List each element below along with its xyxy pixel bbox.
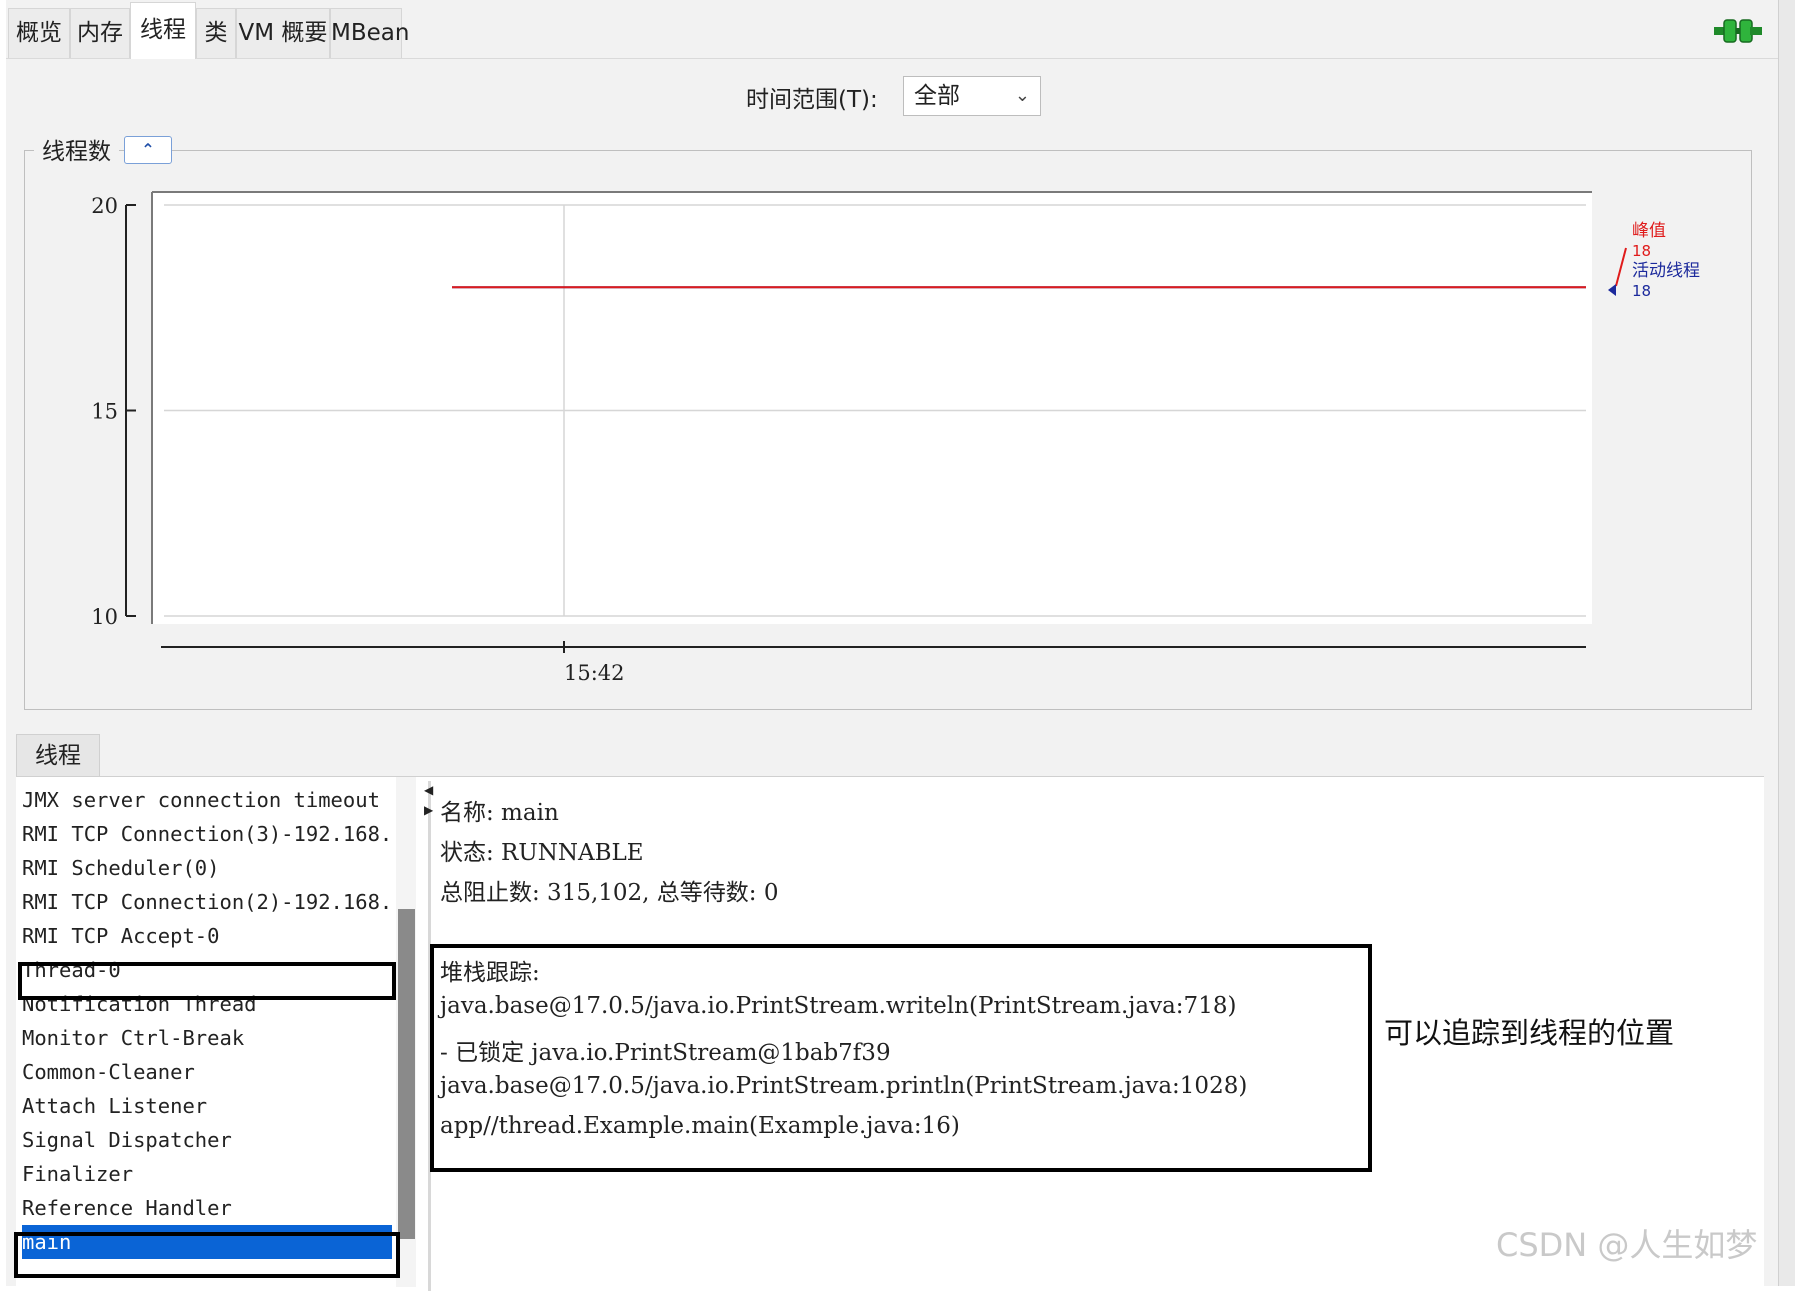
thread-item[interactable]: Signal Dispatcher — [22, 1123, 392, 1157]
thread-item[interactable]: Attach Listener — [22, 1089, 392, 1123]
y-tick-label: 10 — [91, 605, 118, 629]
window-right-edge — [1778, 0, 1795, 1286]
watermark: CSDN @人生如梦 — [1496, 1226, 1758, 1264]
legend-live-marker — [1608, 284, 1616, 296]
thread-item[interactable]: RMI Scheduler(0) — [22, 851, 392, 885]
legend-peak-marker — [1615, 247, 1627, 287]
highlight-thread-0 — [18, 962, 396, 1000]
divider-left-arrow-icon[interactable]: ◀ — [424, 783, 433, 797]
thread-item[interactable]: JMX server connection timeout — [22, 783, 392, 817]
highlight-main-thread — [14, 1232, 400, 1278]
thread-count-chart: 20 15 10 15:42 峰值 18 活动线程 18 — [91, 191, 1700, 685]
legend-peak-value: 18 — [1632, 242, 1651, 260]
annotation-text: 可以追踪到线程的位置 — [1384, 1016, 1675, 1050]
threads-subtab[interactable]: 线程 — [16, 734, 100, 777]
thread-item[interactable]: RMI TCP Connection(3)-192.168. — [22, 817, 392, 851]
plot-area — [152, 192, 1592, 624]
thread-item[interactable]: Finalizer — [22, 1157, 392, 1191]
thread-item[interactable]: Monitor Ctrl-Break — [22, 1021, 392, 1055]
thread-item[interactable]: Reference Handler — [22, 1191, 392, 1225]
thread-item[interactable]: RMI TCP Connection(2)-192.168. — [22, 885, 392, 919]
highlight-stack-trace — [430, 944, 1372, 1172]
thread-name-line: 名称: main — [440, 800, 559, 826]
thread-counts-line: 总阻止数: 315,102, 总等待数: 0 — [440, 880, 779, 906]
thread-item[interactable]: RMI TCP Accept-0 — [22, 919, 392, 953]
y-tick-label: 15 — [91, 400, 118, 424]
jconsole-window: 概览 内存 线程 类 VM 概要 MBean 时间范围(T): 全部 ⌄ 线程数… — [6, 0, 1786, 1291]
legend-peak-label: 峰值 — [1632, 221, 1666, 241]
y-tick-label: 20 — [91, 194, 118, 218]
thread-item[interactable]: Common-Cleaner — [22, 1055, 392, 1089]
x-tick-label: 15:42 — [564, 661, 625, 685]
thread-list-scroll-thumb[interactable] — [398, 909, 415, 1239]
divider-right-arrow-icon[interactable]: ▶ — [424, 803, 433, 817]
thread-state-line: 状态: RUNNABLE — [440, 840, 644, 866]
legend-live-label: 活动线程 — [1632, 261, 1700, 281]
thread-list[interactable]: JMX server connection timeout RMI TCP Con… — [16, 783, 394, 1287]
legend-live-value: 18 — [1632, 282, 1651, 300]
